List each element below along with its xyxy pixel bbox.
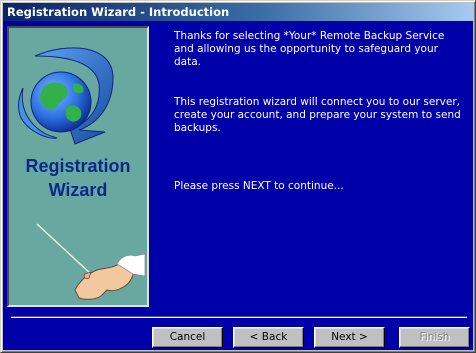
window-title: Registration Wizard - Introduction [3, 3, 473, 21]
wizard-side-image: Registration Wizard [7, 26, 149, 307]
intro-paragraph-thanks: Thanks for selecting *Your* Remote Backu… [174, 30, 445, 68]
next-button[interactable]: Next > [314, 327, 385, 348]
pointing-hand-icon [74, 253, 146, 300]
button-separator [11, 316, 467, 318]
cancel-button[interactable]: Cancel [152, 327, 223, 348]
finish-button[interactable]: Finish [399, 327, 470, 348]
back-button[interactable]: < Back [233, 327, 304, 348]
intro-paragraph-description: This registration wizard will connect yo… [174, 96, 461, 134]
wizard-window: Registration Wizard - Introduction Regis… [0, 0, 476, 353]
intro-paragraph-instruction: Please press NEXT to continue... [174, 180, 344, 192]
